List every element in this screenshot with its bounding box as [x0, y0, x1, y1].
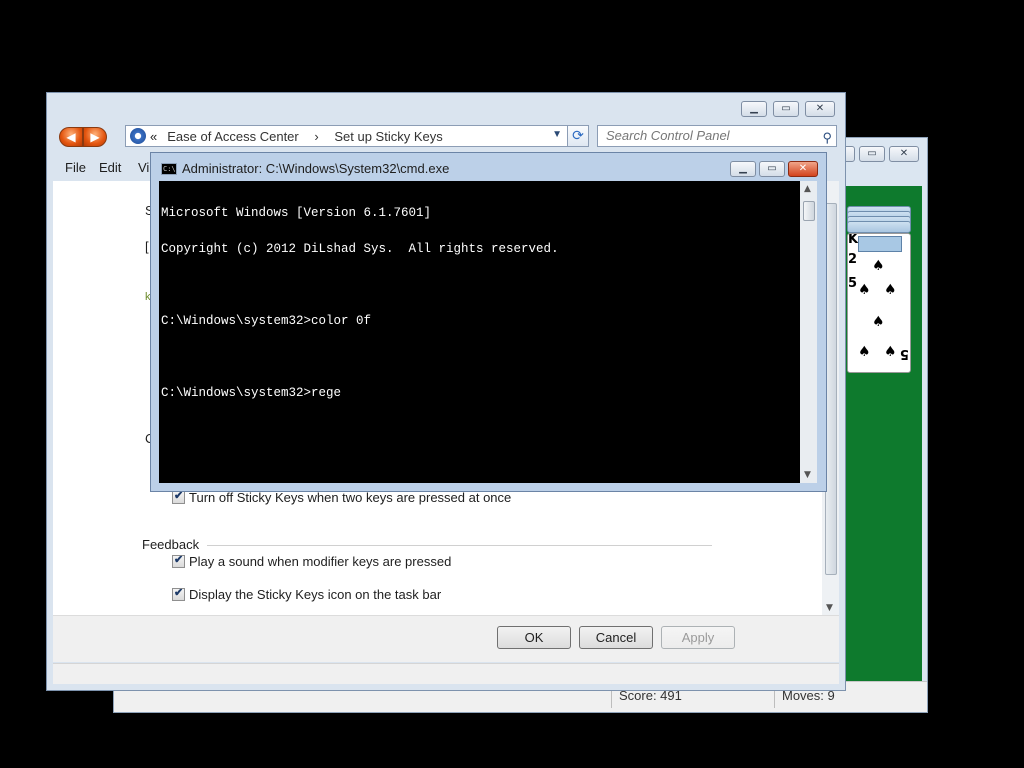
spade-icon: ♠ — [872, 258, 885, 274]
cancel-button[interactable]: Cancel — [579, 626, 653, 649]
back-button[interactable]: ◀ — [59, 127, 83, 147]
checkbox-play-sound[interactable]: ✔ — [172, 554, 185, 568]
checkbox-turn-off-two-keys[interactable]: ✔ — [172, 490, 185, 504]
refresh-icon: ⟳ — [572, 128, 584, 144]
cp-status-bar — [53, 663, 839, 684]
feedback-divider — [207, 545, 712, 546]
cp-close-button[interactable]: ✕ — [805, 101, 835, 117]
cmd-icon: C:\ — [161, 162, 177, 175]
scroll-up-icon[interactable]: ▲ — [804, 184, 811, 194]
card-back — [847, 221, 911, 233]
solitaire-maximize-button[interactable]: ▭ — [859, 146, 885, 162]
arrow-left-icon: ◀ — [66, 130, 76, 144]
cmd-maximize-button[interactable]: ▭ — [759, 161, 785, 177]
console-prompt-line[interactable]: C:\Windows\system32>rege — [161, 387, 798, 400]
search-input[interactable]: Search Control Panel ⚲ — [597, 125, 837, 147]
breadcrumb-ease-of-access[interactable]: Ease of Access Center — [167, 129, 299, 144]
refresh-button[interactable]: ⟳ — [567, 125, 589, 147]
maximize-icon: ▭ — [781, 103, 791, 114]
console-line: Copyright (c) 2012 DiLshad Sys. All righ… — [161, 242, 559, 256]
cmd-title: Administrator: C:\Windows\System32\cmd.e… — [182, 161, 450, 176]
card-rank: 5 — [900, 346, 910, 361]
spade-icon: ♠ — [884, 282, 897, 298]
cmd-window[interactable]: C:\ Administrator: C:\Windows\System32\c… — [150, 152, 827, 492]
breadcrumb-separator-icon: › — [314, 128, 319, 144]
cmd-console[interactable]: Microsoft Windows [Version 6.1.7601] Cop… — [159, 181, 800, 483]
card-rank: 5 — [848, 276, 858, 291]
scroll-down-icon[interactable]: ▼ — [804, 470, 811, 480]
option-display-icon[interactable]: ✔ Display the Sticky Keys icon on the ta… — [172, 587, 441, 602]
solitaire-card-column[interactable]: K 2 ♠ 5 ♠ ♠ ♠ ♠ ♠ 5 — [847, 233, 911, 373]
minimize-icon: ▁ — [739, 163, 747, 174]
search-icon[interactable]: ⚲ — [822, 128, 832, 148]
ok-button[interactable]: OK — [497, 626, 571, 649]
arrow-right-icon: ▶ — [90, 130, 100, 144]
cmd-scrollbar[interactable]: ▲ ▼ — [800, 181, 817, 483]
option-label: Turn off Sticky Keys when two keys are p… — [189, 490, 512, 505]
cmd-scroll-thumb[interactable] — [803, 201, 815, 221]
spade-icon: ♠ — [858, 344, 871, 360]
maximize-icon: ▭ — [867, 148, 877, 159]
breadcrumb: Ease of Access Center › Set up Sticky Ke… — [161, 129, 449, 144]
scroll-down-icon[interactable]: ▼ — [826, 603, 833, 613]
console-line: Microsoft Windows [Version 6.1.7601] — [161, 206, 432, 220]
option-play-sound[interactable]: ✔ Play a sound when modifier keys are pr… — [172, 554, 451, 569]
checkmark-icon: ✔ — [174, 587, 184, 599]
card-rank: 2 — [848, 252, 858, 267]
breadcrumb-sticky-keys[interactable]: Set up Sticky Keys — [334, 129, 442, 144]
partial-checkbox: [ — [145, 239, 149, 254]
forward-button[interactable]: ▶ — [83, 127, 107, 147]
spade-icon: ♠ — [884, 344, 897, 360]
address-dropdown-icon[interactable]: ▼ — [552, 129, 562, 140]
minimize-icon: ▁ — [750, 103, 758, 114]
menu-file[interactable]: File — [65, 160, 86, 175]
king-card-art — [858, 236, 902, 252]
cmd-minimize-button[interactable]: ▁ — [730, 161, 756, 177]
apply-button[interactable]: Apply — [661, 626, 735, 649]
option-label: Display the Sticky Keys icon on the task… — [189, 587, 442, 602]
close-icon: ✕ — [899, 148, 909, 159]
option-label: Play a sound when modifier keys are pres… — [189, 554, 452, 569]
maximize-icon: ▭ — [767, 163, 777, 174]
search-placeholder: Search Control Panel — [606, 128, 730, 143]
checkmark-icon: ✔ — [174, 554, 184, 566]
console-line: C:\Windows\system32>color 0f — [161, 314, 372, 328]
menu-view[interactable]: Vi — [138, 160, 149, 175]
close-icon: ✕ — [815, 103, 825, 114]
spade-icon: ♠ — [858, 282, 871, 298]
close-icon: ✕ — [798, 163, 808, 174]
cp-minimize-button[interactable]: ▁ — [741, 101, 767, 117]
cmd-close-button[interactable]: ✕ — [788, 161, 818, 177]
control-panel-icon — [130, 128, 146, 144]
option-turn-off-two-keys[interactable]: ✔ Turn off Sticky Keys when two keys are… — [172, 490, 511, 505]
spade-icon: ♠ — [872, 314, 885, 330]
address-chevrons[interactable]: « — [150, 129, 157, 144]
solitaire-close-button[interactable]: ✕ — [889, 146, 919, 162]
feedback-heading: Feedback — [142, 537, 200, 552]
checkbox-display-icon[interactable]: ✔ — [172, 587, 185, 601]
address-bar[interactable]: « Ease of Access Center › Set up Sticky … — [125, 125, 589, 147]
cmd-titlebar[interactable]: C:\ Administrator: C:\Windows\System32\c… — [161, 161, 449, 176]
cp-maximize-button[interactable]: ▭ — [773, 101, 799, 117]
menu-edit[interactable]: Edit — [99, 160, 121, 175]
card-rank: K — [848, 233, 859, 247]
